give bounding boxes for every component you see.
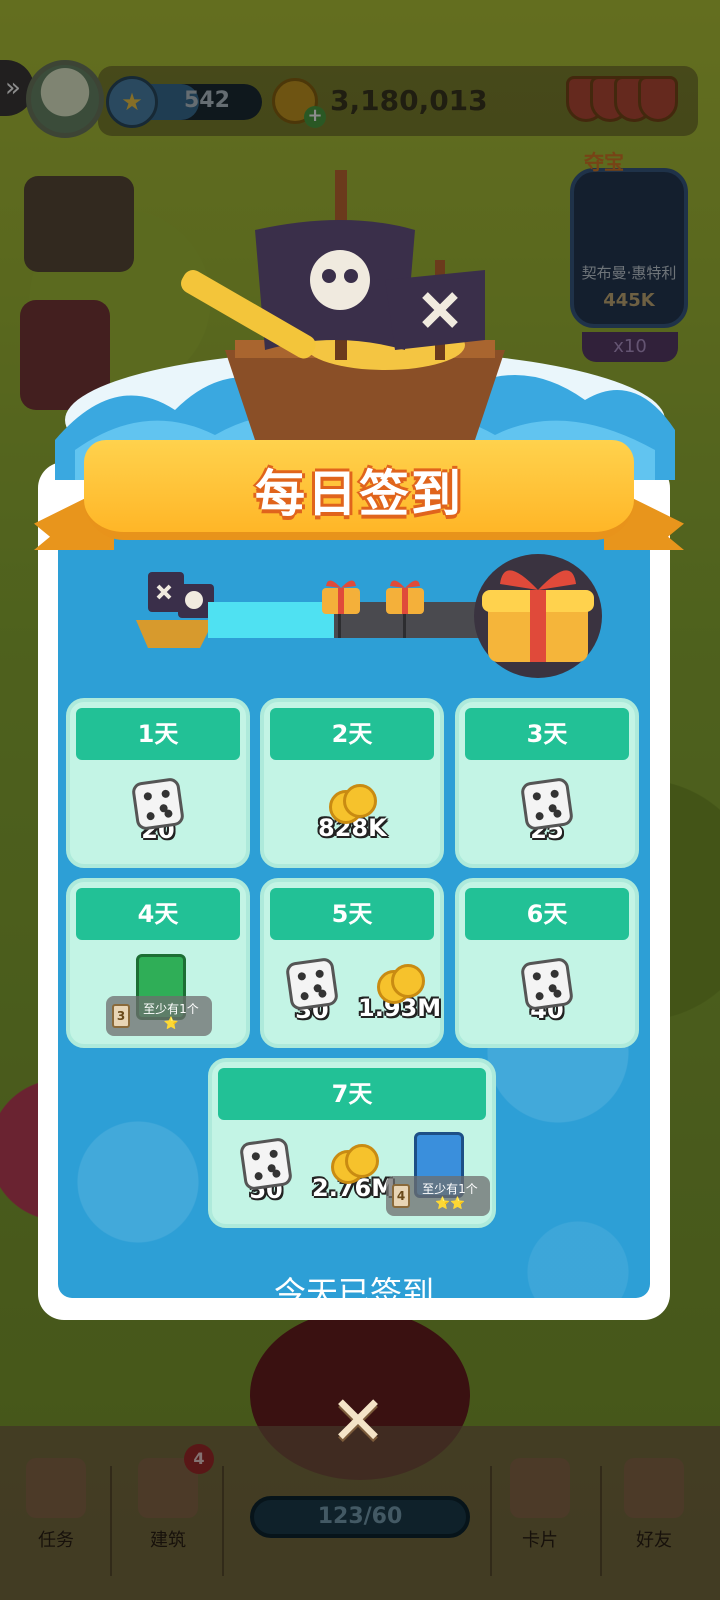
close-icon[interactable]: ✕ bbox=[318, 1382, 398, 1462]
day-card-2[interactable]: 2天 828K bbox=[260, 698, 444, 868]
day-card-3[interactable]: 3天 25 bbox=[455, 698, 639, 868]
title-ribbon: 每日签到 bbox=[34, 440, 684, 560]
coins-icon bbox=[323, 780, 381, 826]
day-label: 5天 bbox=[270, 888, 434, 940]
dice-icon bbox=[284, 956, 340, 1012]
pack-card-count: 3 bbox=[112, 1004, 130, 1028]
reward-dice: 30 bbox=[284, 956, 340, 1024]
coins-icon bbox=[325, 1140, 383, 1186]
day-card-4[interactable]: 4天 3 至少有1个 ⭐ bbox=[66, 878, 250, 1048]
pack-stars: ⭐ bbox=[163, 1016, 179, 1030]
day-card-5[interactable]: 5天 30 1.93M bbox=[260, 878, 444, 1048]
pack-card-count: 4 bbox=[392, 1184, 410, 1208]
ribbon-banner: 每日签到 bbox=[84, 440, 634, 540]
progress-fill bbox=[208, 602, 334, 638]
day-card-7[interactable]: 7天 50 2.76M 4 至少有1个 ⭐⭐ bbox=[208, 1058, 496, 1228]
big-gift-icon bbox=[482, 570, 594, 662]
pack-guarantee-text: 至少有1个 bbox=[143, 1002, 199, 1016]
pack-stars: ⭐⭐ bbox=[435, 1196, 465, 1210]
reward-dice: 50 bbox=[238, 1136, 294, 1204]
checkin-status: 今天已签到 bbox=[273, 1274, 434, 1312]
day-label: 7天 bbox=[218, 1068, 486, 1120]
pack-guarantee-text: 至少有1个 bbox=[422, 1182, 478, 1196]
dice-icon bbox=[519, 956, 575, 1012]
day-label: 3天 bbox=[465, 708, 629, 760]
dice-icon bbox=[238, 1136, 294, 1192]
reward-coins: 828K bbox=[318, 780, 387, 842]
day-label: 6天 bbox=[465, 888, 629, 940]
reward-dice: 25 bbox=[519, 776, 575, 844]
dice-icon bbox=[519, 776, 575, 832]
coins-icon bbox=[371, 960, 429, 1006]
day-card-6[interactable]: 6天 40 bbox=[455, 878, 639, 1048]
milestone-gift-icon bbox=[322, 580, 360, 614]
modal-title: 每日签到 bbox=[255, 465, 463, 523]
final-reward-chest[interactable] bbox=[474, 554, 602, 678]
reward-dice: 40 bbox=[519, 956, 575, 1024]
dice-icon bbox=[130, 776, 186, 832]
reward-dice: 20 bbox=[130, 776, 186, 844]
day-card-1[interactable]: 1天 20 bbox=[66, 698, 250, 868]
day-label: 2天 bbox=[270, 708, 434, 760]
card-pack-tag: 3 至少有1个 ⭐ bbox=[106, 996, 212, 1036]
reward-coins: 2.76M bbox=[312, 1140, 395, 1202]
day-label: 4天 bbox=[76, 888, 240, 940]
day-label: 1天 bbox=[76, 708, 240, 760]
pirate-ship-illustration bbox=[55, 170, 675, 480]
card-pack-tag: 4 至少有1个 ⭐⭐ bbox=[386, 1176, 490, 1216]
milestone-gift-icon bbox=[386, 580, 424, 614]
reward-coins: 1.93M bbox=[358, 960, 441, 1022]
